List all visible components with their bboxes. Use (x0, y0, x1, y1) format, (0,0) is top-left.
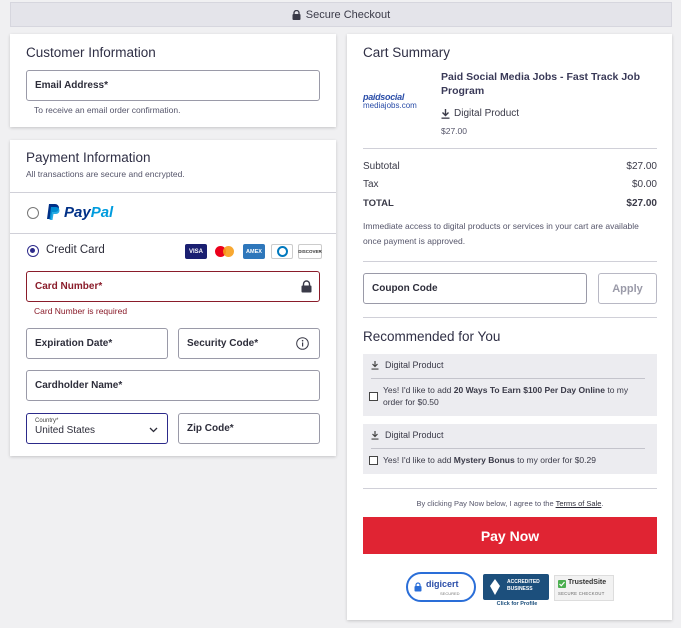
product-logo: paidsocial mediajobs.com (363, 92, 427, 118)
recommendation-card: Digital Product Yes! I'd like to add 20 … (363, 354, 657, 416)
product-type: Digital Product (454, 108, 520, 119)
discover-icon: DISCOVER (298, 244, 322, 259)
card-number-label: Card Number* (35, 281, 103, 292)
trustedsite-text: TrustedSite (568, 579, 607, 586)
payment-info-title: Payment Information (26, 150, 151, 165)
cardholder-name-label: Cardholder Name* (35, 380, 123, 391)
credit-card-radio[interactable] (27, 245, 39, 257)
digicert-text: digicert (426, 579, 459, 589)
customer-info-title: Customer Information (26, 45, 156, 60)
secure-checkout-header: Secure Checkout (10, 2, 672, 27)
paypal-pal-text: Pal (90, 204, 114, 221)
payment-info-card: Payment Information All transactions are… (10, 140, 336, 456)
product-price: $27.00 (441, 126, 467, 136)
recommendation-offer: Yes! I'd like to add Mystery Bonus to my… (383, 455, 643, 465)
tax-value: $0.00 (631, 179, 657, 190)
total-label: TOTAL (363, 198, 394, 209)
product-logo-bottom: mediajobs.com (363, 101, 417, 110)
paypal-icon (47, 204, 60, 220)
offer-product: 20 Ways To Earn $100 Per Day Online (453, 385, 605, 395)
mastercard-icon (214, 244, 236, 259)
country-label: Country* (35, 418, 59, 424)
bbb-badge[interactable]: ACCREDITED BUSINESS Click for Profile (483, 574, 549, 608)
lock-icon (301, 280, 312, 293)
pay-now-button[interactable]: Pay Now (363, 517, 657, 554)
divider (363, 488, 657, 489)
bbb-sub: Click for Profile (496, 601, 538, 607)
bbb-text: ACCREDITED BUSINESS (507, 579, 540, 592)
digicert-sub: SECURED (440, 591, 460, 596)
offer-suffix: to my order for $0.29 (514, 455, 596, 465)
country-select[interactable]: Country* United States (26, 413, 168, 444)
diners-icon (271, 244, 293, 259)
coupon-code-placeholder: Coupon Code (372, 283, 438, 294)
paypal-wordmark: PayPal (64, 204, 113, 221)
divider (371, 448, 645, 449)
security-code-field[interactable]: Security Code* (178, 328, 320, 359)
header-title: Secure Checkout (305, 8, 391, 21)
recommendation-checkbox[interactable] (369, 392, 378, 401)
credit-card-label[interactable]: Credit Card (46, 244, 105, 256)
access-note: Immediate access to digital products or … (363, 221, 639, 246)
download-icon (441, 109, 450, 119)
recommendation-card: Digital Product Yes! I'd like to add Mys… (363, 424, 657, 474)
recommendation-checkbox[interactable] (369, 456, 378, 465)
terms-text: By clicking Pay Now below, I agree to th… (363, 499, 657, 508)
recommendation-type: Digital Product (385, 430, 444, 440)
info-icon[interactable] (296, 337, 309, 350)
expiration-date-label: Expiration Date* (35, 338, 113, 349)
offer-prefix: Yes! I'd like to add (383, 455, 454, 465)
terms-suffix: . (601, 499, 604, 508)
offer-product: Mystery Bonus (453, 455, 515, 465)
email-label: Email Address* (35, 80, 108, 91)
divider (363, 148, 657, 149)
lock-icon (414, 582, 422, 592)
card-number-error: Card Number is required (34, 306, 128, 316)
trustedsite-badge[interactable]: TrustedSite SECURE CHECKOUT (554, 575, 614, 601)
divider (10, 233, 336, 234)
recommendation-type: Digital Product (385, 360, 444, 370)
tax-label: Tax (363, 179, 379, 190)
cart-summary-card: Cart Summary paidsocial mediajobs.com Pa… (347, 34, 672, 620)
visa-icon: VISA (185, 244, 207, 259)
paypal-radio[interactable] (27, 207, 39, 219)
email-hint: To receive an email order confirmation. (34, 105, 181, 115)
amex-icon: AMEX (243, 244, 265, 259)
security-code-label: Security Code* (187, 338, 259, 349)
subtotal-label: Subtotal (363, 161, 400, 172)
recommendation-offer: Yes! I'd like to add 20 Ways To Earn $10… (383, 384, 643, 408)
lock-icon (292, 9, 301, 20)
download-icon (371, 361, 379, 370)
trustedsite-sub: SECURE CHECKOUT (558, 591, 605, 596)
zip-code-label: Zip Code* (187, 423, 234, 434)
expiration-date-field[interactable]: Expiration Date* (26, 328, 168, 359)
offer-prefix: Yes! I'd like to add (383, 385, 454, 395)
download-icon (371, 431, 379, 440)
zip-code-field[interactable]: Zip Code* (178, 413, 320, 444)
apply-button[interactable]: Apply (598, 273, 657, 304)
terms-prefix: By clicking Pay Now below, I agree to th… (416, 499, 556, 508)
check-icon (558, 580, 566, 588)
chevron-down-icon (149, 427, 158, 433)
divider (363, 261, 657, 262)
cardholder-name-field[interactable]: Cardholder Name* (26, 370, 320, 401)
payment-info-subtitle: All transactions are secure and encrypte… (26, 169, 185, 179)
terms-of-sale-link[interactable]: Terms of Sale (556, 499, 602, 508)
total-value: $27.00 (626, 198, 657, 209)
paypal-option[interactable]: PayPal (10, 193, 336, 233)
coupon-code-input[interactable]: Coupon Code (363, 273, 587, 304)
bbb-torch-icon (490, 579, 500, 595)
email-field[interactable]: Email Address* (26, 70, 320, 101)
subtotal-value: $27.00 (626, 161, 657, 172)
paypal-pay-text: Pay (64, 204, 91, 221)
cart-summary-title: Cart Summary (363, 45, 451, 60)
recommended-title: Recommended for You (363, 329, 501, 344)
divider (363, 317, 657, 318)
customer-info-card: Customer Information Email Address* To r… (10, 34, 336, 127)
digicert-badge[interactable]: digicert SECURED (406, 572, 476, 602)
divider (371, 378, 645, 379)
country-value: United States (35, 425, 96, 436)
product-name: Paid Social Media Jobs - Fast Track Job … (441, 71, 640, 97)
card-number-field[interactable]: Card Number* (26, 271, 320, 302)
